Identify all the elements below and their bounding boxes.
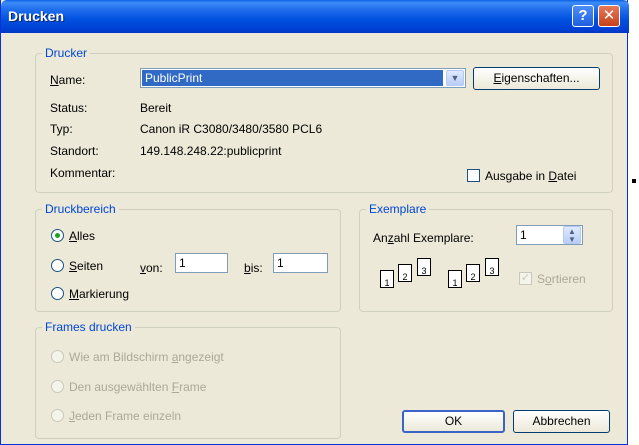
location-value: 149.148.248.22:publicprint — [140, 144, 282, 158]
properties-button[interactable]: Eigenschaften... — [473, 67, 600, 90]
type-value: Canon iR C3080/3480/3580 PCL6 — [140, 122, 323, 136]
edge-marker — [632, 179, 636, 183]
copies-count-value: 1 — [520, 228, 527, 242]
range-pages-label[interactable]: Seiten — [69, 259, 103, 273]
page-icon-2: 2 — [398, 264, 412, 282]
range-selection-label[interactable]: Markierung — [69, 287, 129, 301]
range-pages-radio[interactable] — [51, 259, 64, 272]
frames-each-radio[interactable] — [51, 409, 64, 422]
print-range-group-label: Druckbereich — [42, 202, 119, 216]
copies-count-label: Anzahl Exemplare: — [373, 231, 474, 245]
page-icon-3: 3 — [485, 258, 499, 276]
frames-each-label[interactable]: Jeden Frame einzeln — [69, 409, 181, 423]
help-icon[interactable]: ? — [572, 5, 594, 27]
frames-selected-radio[interactable] — [51, 380, 64, 393]
page-icon-1: 1 — [448, 270, 462, 288]
status-value: Bereit — [140, 101, 172, 115]
to-label: bis: — [244, 261, 263, 275]
frames-selected-label[interactable]: Den ausgewählten Frame — [69, 380, 206, 394]
collate-illustration-1: 3 2 1 — [377, 258, 437, 292]
comment-label: Kommentar: — [50, 166, 116, 180]
print-to-file-label[interactable]: Ausgabe in Datei — [485, 169, 576, 183]
page-icon-2: 2 — [466, 264, 480, 282]
printer-group-label: Drucker — [42, 46, 91, 60]
from-input[interactable]: 1 — [175, 253, 228, 273]
chevron-down-icon[interactable]: ▼ — [446, 70, 464, 86]
spinner-icon[interactable]: ▲ ▼ — [563, 226, 581, 244]
range-all-label[interactable]: Alles — [69, 229, 95, 243]
copies-group-label: Exemplare — [366, 202, 430, 216]
collate-checkbox[interactable]: ✓ — [519, 272, 532, 285]
range-selection-radio[interactable] — [51, 287, 64, 300]
frames-as-displayed-label[interactable]: Wie am Bildschirm angezeigt — [69, 350, 224, 364]
collate-label[interactable]: Sortieren — [537, 272, 586, 286]
copies-count-input[interactable]: 1 ▲ ▼ — [516, 225, 583, 245]
collate-illustration-2: 3 2 1 — [445, 258, 505, 292]
page-icon-1: 1 — [380, 270, 394, 288]
from-label: von: — [140, 261, 163, 275]
type-label: Typ: — [50, 122, 73, 136]
print-to-file-checkbox[interactable] — [467, 169, 480, 182]
printer-name-value: PublicPrint — [142, 70, 443, 86]
cancel-button[interactable]: Abbrechen — [513, 410, 610, 433]
window-title: Drucken — [8, 8, 65, 24]
ok-button[interactable]: OK — [402, 410, 505, 433]
frames-group-label: Frames drucken — [42, 320, 135, 334]
location-label: Standort: — [50, 144, 99, 158]
to-input[interactable]: 1 — [273, 253, 328, 273]
frames-as-displayed-radio[interactable] — [51, 350, 64, 363]
range-all-radio[interactable] — [51, 229, 64, 242]
print-dialog: Drucken ? ✕ Drucker Name: PublicPrint ▼ … — [0, 0, 629, 445]
close-icon[interactable]: ✕ — [598, 5, 620, 27]
status-label: Status: — [50, 101, 88, 115]
printer-name-label: Name: — [50, 73, 86, 87]
title-bar[interactable]: Drucken ? ✕ — [1, 0, 629, 33]
page-icon-3: 3 — [417, 258, 431, 276]
printer-name-select[interactable]: PublicPrint ▼ — [140, 68, 466, 88]
